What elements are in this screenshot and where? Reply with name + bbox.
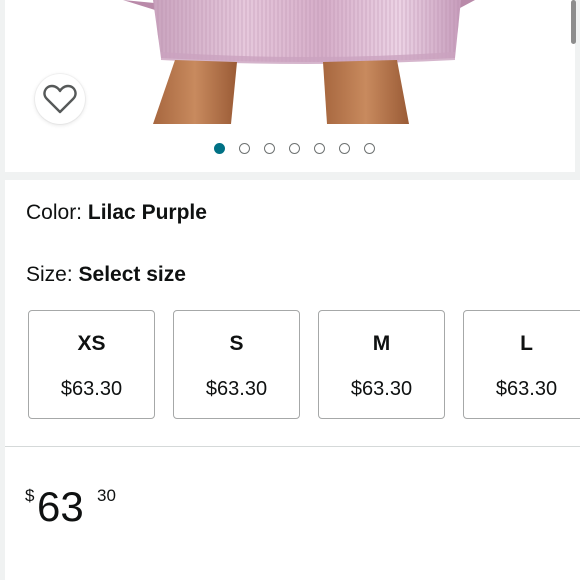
carousel-dot[interactable] [213,143,225,154]
carousel-pagination [5,143,575,159]
size-option-name: S [229,332,244,355]
carousel-dot[interactable] [338,143,350,154]
product-price: $ 63 30 [25,482,225,532]
wishlist-button[interactable] [35,74,85,124]
size-option-price: $63.30 [60,378,123,400]
size-options: XS $63.30 S $63.30 M $63.30 L $63.30 [28,310,580,421]
size-option-price: $63.30 [205,378,268,400]
size-option-xs[interactable]: XS $63.30 [28,310,155,419]
size-label: Size: [26,263,73,286]
price-fraction: 30 [97,486,116,505]
size-option-price: $63.30 [350,378,413,400]
product-photo[interactable] [5,0,575,124]
carousel-dot[interactable] [263,143,275,154]
scrollbar[interactable] [571,0,576,44]
heart-outline-icon [43,84,77,114]
size-option-name: M [372,332,391,355]
product-image-carousel[interactable] [5,0,575,172]
carousel-dot[interactable] [363,143,375,154]
carousel-dot[interactable] [288,143,300,154]
size-option-price: $63.30 [495,378,558,400]
size-option-name: XS [77,332,106,355]
color-label: Color: [26,201,83,224]
size-option-l[interactable]: L $63.30 [463,310,580,419]
color-selection: Color: Lilac Purple [26,201,207,225]
size-option-name: L [520,332,533,355]
size-selection: Size: Select size [26,263,186,287]
carousel-dot[interactable] [313,143,325,154]
color-value: Lilac Purple [87,201,207,224]
size-value: Select size [78,263,186,286]
product-photo-image [123,0,475,124]
price-currency-symbol: $ [25,486,35,505]
divider [5,446,580,447]
size-option-s[interactable]: S $63.30 [173,310,300,419]
size-option-m[interactable]: M $63.30 [318,310,445,419]
carousel-dot[interactable] [238,143,250,154]
price-whole: 63 [37,483,84,530]
product-details: Color: Lilac Purple Size: Select size XS… [5,180,580,580]
